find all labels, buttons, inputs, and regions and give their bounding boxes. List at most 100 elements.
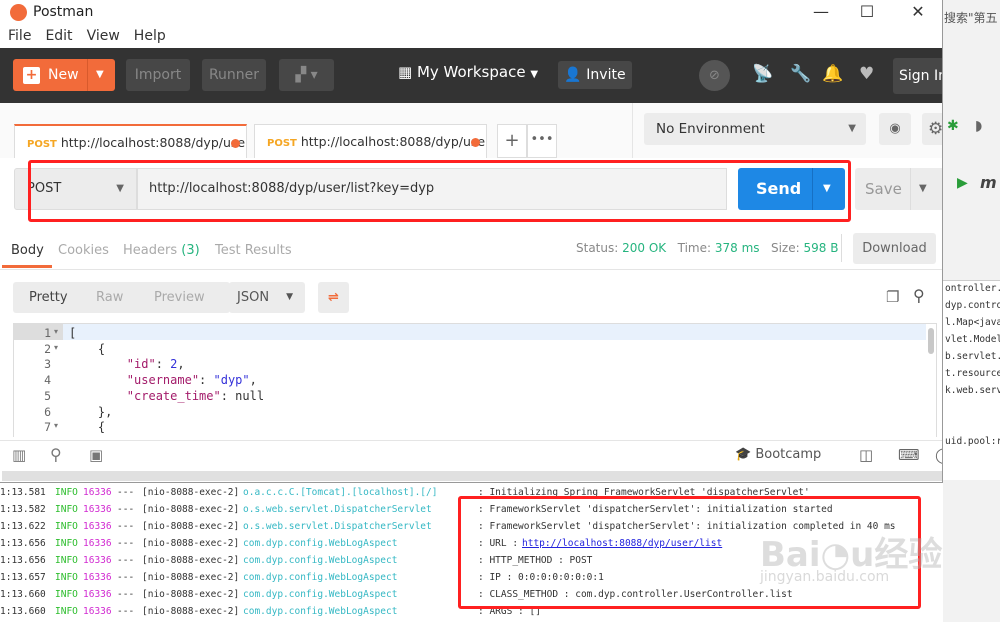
environment-dropdown[interactable]: No Environment ▼ (644, 113, 866, 145)
log-logger: com.dyp.config.WebLogAspect (243, 606, 397, 617)
log-level-text: INFO (55, 521, 78, 532)
log-sep-text: --- (117, 487, 135, 498)
log-pid: 16336 (83, 504, 112, 515)
keyboard-icon[interactable]: ⌨ (898, 446, 920, 464)
fold-icon[interactable]: ▾ (54, 421, 58, 430)
sign-in-button[interactable]: Sign In (893, 58, 942, 94)
log-sep: --- (117, 589, 134, 600)
request-tab[interactable]: POST http://localhost:8088/dyp/user... (254, 124, 487, 158)
find-icon[interactable]: ⚲ (50, 445, 62, 464)
preview-button[interactable]: Preview (154, 282, 205, 313)
log-sep: --- (117, 572, 134, 583)
log-level: INFO (55, 555, 78, 566)
raw-button[interactable]: Raw (96, 282, 123, 313)
new-button[interactable]: + New ▼ (13, 59, 115, 91)
background-console-line: k.web.serv (945, 385, 1000, 396)
workspace-switcher[interactable]: ▦ My Workspace ▼ (398, 63, 538, 81)
console-icon[interactable]: ▣ (89, 446, 103, 464)
tab-body[interactable]: Body (11, 243, 44, 258)
background-console-line: b.servlet. (945, 351, 1000, 362)
tab-headers[interactable]: Headers (3) (123, 243, 200, 258)
menu-help[interactable]: Help (134, 28, 166, 44)
title-bar: Postman — ☐ ✕ (0, 0, 942, 28)
code-token: : (155, 357, 171, 372)
tab-test-results[interactable]: Test Results (215, 243, 292, 258)
tab-method: POST (267, 138, 297, 149)
bootcamp-button[interactable]: 🎓 Bootcamp (735, 447, 821, 462)
invite-button[interactable]: 👤 Invite (558, 61, 632, 89)
pretty-button[interactable]: Pretty (29, 282, 68, 313)
log-sep: --- (117, 521, 134, 532)
chevron-down-icon[interactable]: ▼ (96, 59, 104, 91)
divider (910, 168, 911, 210)
add-user-icon: 👤 (564, 67, 582, 83)
background-console-line: dyp.contro (945, 300, 1000, 311)
log-time-text: 1:13.656 (0, 555, 46, 566)
sidebar-toggle-icon[interactable]: ▥ (12, 446, 26, 464)
log-thread-text: [nio-8088-exec-2] (142, 538, 240, 549)
size-label: Size: (770, 241, 800, 255)
menu-file[interactable]: File (8, 28, 31, 44)
log-time-text: 1:13.657 (0, 572, 46, 583)
code-line: [ (69, 326, 76, 340)
background-console-line: uid.pool:r (945, 436, 1000, 447)
wrench-icon[interactable]: 🔧 (790, 64, 811, 84)
log-time-text: 1:13.582 (0, 504, 46, 515)
log-thread: [nio-8088-exec-2] (142, 589, 239, 600)
workspace-label: My Workspace (416, 63, 526, 81)
chevron-down-icon[interactable]: ▼ (919, 168, 927, 210)
log-time-text: 1:13.656 (0, 538, 46, 549)
eye-icon[interactable]: ◉ (879, 113, 911, 145)
bell-icon[interactable]: 🔔 (822, 64, 843, 84)
log-logger-text: o.a.c.c.C.[Tomcat].[localhost].[/] (243, 487, 438, 498)
import-button[interactable]: Import (126, 59, 190, 91)
add-tab-button[interactable]: + (497, 124, 527, 158)
fold-icon[interactable]: ▾ (54, 327, 58, 336)
request-tab[interactable]: POST http://localhost:8088/dyp/user... (14, 124, 247, 158)
log-sep-text: --- (117, 521, 135, 532)
runner-button[interactable]: Runner (202, 59, 266, 91)
log-logger: com.dyp.config.WebLogAspect (243, 572, 397, 583)
response-editor[interactable]: 1 ▾[2 ▾ {3 "id": 2, 4 "username": "dyp", 5 "… (13, 323, 937, 437)
scrollbar[interactable] (928, 328, 934, 354)
log-time: 1:13.582 (0, 504, 46, 515)
heart-icon[interactable]: ♥ (859, 64, 874, 84)
log-logger: o.s.web.servlet.DispatcherServlet (243, 504, 432, 515)
help-icon[interactable]: ◯ (935, 446, 942, 464)
close-button[interactable]: ✕ (903, 2, 933, 21)
tab-url: http://localhost:8088/dyp/user... (60, 135, 247, 150)
menu-edit[interactable]: Edit (45, 28, 72, 44)
debug-icon[interactable]: ✱ (947, 118, 959, 134)
wrap-lines-icon[interactable]: ⇌ (318, 282, 349, 313)
more-tabs-button[interactable]: ••• (527, 124, 557, 158)
fold-icon[interactable]: ▾ (54, 343, 58, 352)
menu-view[interactable]: View (87, 28, 120, 44)
search-icon[interactable]: ⚲ (913, 286, 925, 305)
log-thread-text: [nio-8088-exec-2] (142, 606, 240, 617)
minimize-button[interactable]: — (806, 2, 836, 21)
two-pane-icon[interactable]: ◫ (859, 446, 873, 464)
save-button[interactable]: Save ▼ (855, 168, 942, 210)
log-level-text: INFO (55, 504, 78, 515)
tab-cookies[interactable]: Cookies (58, 243, 109, 258)
log-level-text: INFO (55, 606, 78, 617)
copy-icon[interactable]: ❐ (886, 288, 899, 306)
log-level: INFO (55, 589, 78, 600)
satellite-icon[interactable]: 📡 (752, 64, 773, 84)
new-window-button[interactable]: ▞ ▾ (279, 59, 334, 91)
log-pid-text: 16336 (83, 487, 112, 498)
divider (0, 269, 942, 270)
run-coverage-icon[interactable]: ◗ (975, 118, 982, 134)
sync-off-icon[interactable]: ⊘ (699, 60, 730, 91)
log-pid-text: 16336 (83, 572, 112, 583)
format-dropdown[interactable]: JSON ▼ (229, 282, 305, 313)
maximize-button[interactable]: ☐ (852, 2, 882, 21)
status-bar: ▥ ⚲ ▣ 🎓 Bootcamp ◫ ⌨ ◯ (0, 440, 942, 470)
log-sep: --- (117, 555, 134, 566)
horizontal-scrollbar[interactable] (2, 471, 942, 481)
gear-icon[interactable]: ⚙ (922, 113, 942, 145)
log-thread: [nio-8088-exec-2] (142, 606, 239, 617)
download-button[interactable]: Download (853, 233, 936, 264)
run-icon[interactable]: ▶ (957, 175, 968, 191)
